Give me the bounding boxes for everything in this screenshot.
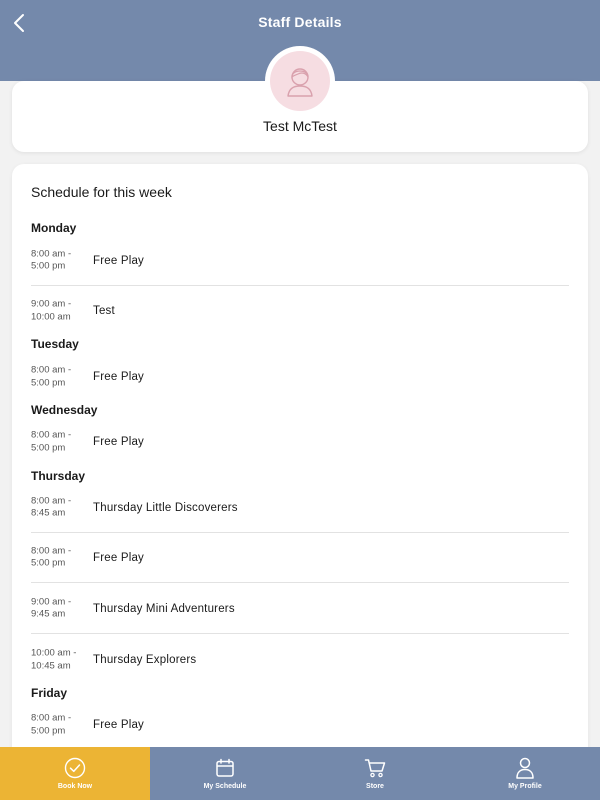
day-heading-tuesday: Tuesday: [31, 337, 79, 351]
bottom-nav: Book Now My Schedule Store My Profile: [0, 747, 600, 800]
calendar-icon: [216, 758, 234, 777]
entry-time: 8:00 am - 5:00 pm: [31, 248, 72, 272]
entry-time: 8:00 am - 5:00 pm: [31, 712, 72, 737]
avatar: [265, 46, 335, 116]
nav-label: Store: [366, 783, 384, 790]
entry-activity: Free Play: [93, 719, 145, 731]
schedule-entry[interactable]: 8:00 am - 5:00 pm Free Play: [31, 417, 569, 467]
entry-time: 8:00 am - 5:00 pm: [31, 545, 72, 569]
entry-activity: Free Play: [93, 436, 145, 448]
entry-activity: Thursday Explorers: [93, 654, 197, 666]
entry-activity: Free Play: [93, 551, 145, 564]
schedule-entry[interactable]: 8:00 am - 8:45 am Thursday Little Discov…: [31, 483, 569, 533]
cart-icon: [364, 759, 386, 778]
nav-book-now[interactable]: Book Now: [0, 747, 150, 800]
entry-activity: Free Play: [93, 254, 145, 267]
entry-time: 9:00 am - 10:00 am: [31, 298, 72, 323]
nav-label: My Schedule: [203, 783, 247, 790]
person-icon: [516, 757, 534, 779]
nav-my-schedule[interactable]: My Schedule: [150, 747, 300, 800]
entry-time: 8:00 am - 5:00 pm: [31, 429, 72, 454]
entry-time: 10:00 am - 10:45 am: [31, 647, 77, 672]
schedule-entry[interactable]: 10:00 am - 10:45 am Thursday Explorers: [31, 635, 569, 685]
entry-activity: Test: [93, 305, 115, 317]
schedule-entry[interactable]: 8:00 am - 5:00 pm Free Play: [31, 352, 569, 402]
nav-store[interactable]: Store: [300, 747, 450, 800]
staff-name: Test McTest: [263, 118, 337, 134]
day-heading-wednesday: Wednesday: [31, 403, 98, 417]
day-heading-monday: Monday: [31, 221, 77, 235]
entry-time: 8:00 am - 8:45 am: [31, 495, 72, 519]
schedule-entry[interactable]: 9:00 am - 10:00 am Test: [31, 286, 569, 336]
schedule-entry[interactable]: 8:00 am - 5:00 pm Free Play: [31, 533, 569, 583]
avatar-circle: [270, 51, 330, 111]
entry-time: 9:00 am - 9:45 am: [31, 596, 72, 620]
person-avatar-icon: [287, 68, 313, 97]
entry-activity: Thursday Mini Adventurers: [93, 602, 235, 615]
schedule-entry[interactable]: 8:00 am - 5:00 pm Free Play: [31, 236, 569, 286]
nav-label: My Profile: [508, 783, 542, 790]
entry-activity: Thursday Little Discoverers: [93, 501, 238, 514]
page-title: Staff Details: [258, 14, 342, 30]
nav-my-profile[interactable]: My Profile: [450, 747, 600, 800]
entry-time: 8:00 am - 5:00 pm: [31, 364, 72, 389]
check-circle-icon: [64, 757, 86, 779]
schedule-entry[interactable]: 8:00 am - 5:00 pm Free Play: [31, 700, 569, 750]
schedule-card: Schedule for this week Monday 8:00 am - …: [12, 164, 588, 764]
schedule-title: Schedule for this week: [31, 184, 172, 200]
schedule-entry[interactable]: 9:00 am - 9:45 am Thursday Mini Adventur…: [31, 584, 569, 634]
day-heading-friday: Friday: [31, 686, 68, 700]
nav-label: Book Now: [57, 783, 93, 790]
day-heading-thursday: Thursday: [31, 469, 86, 483]
entry-activity: Free Play: [93, 371, 145, 383]
